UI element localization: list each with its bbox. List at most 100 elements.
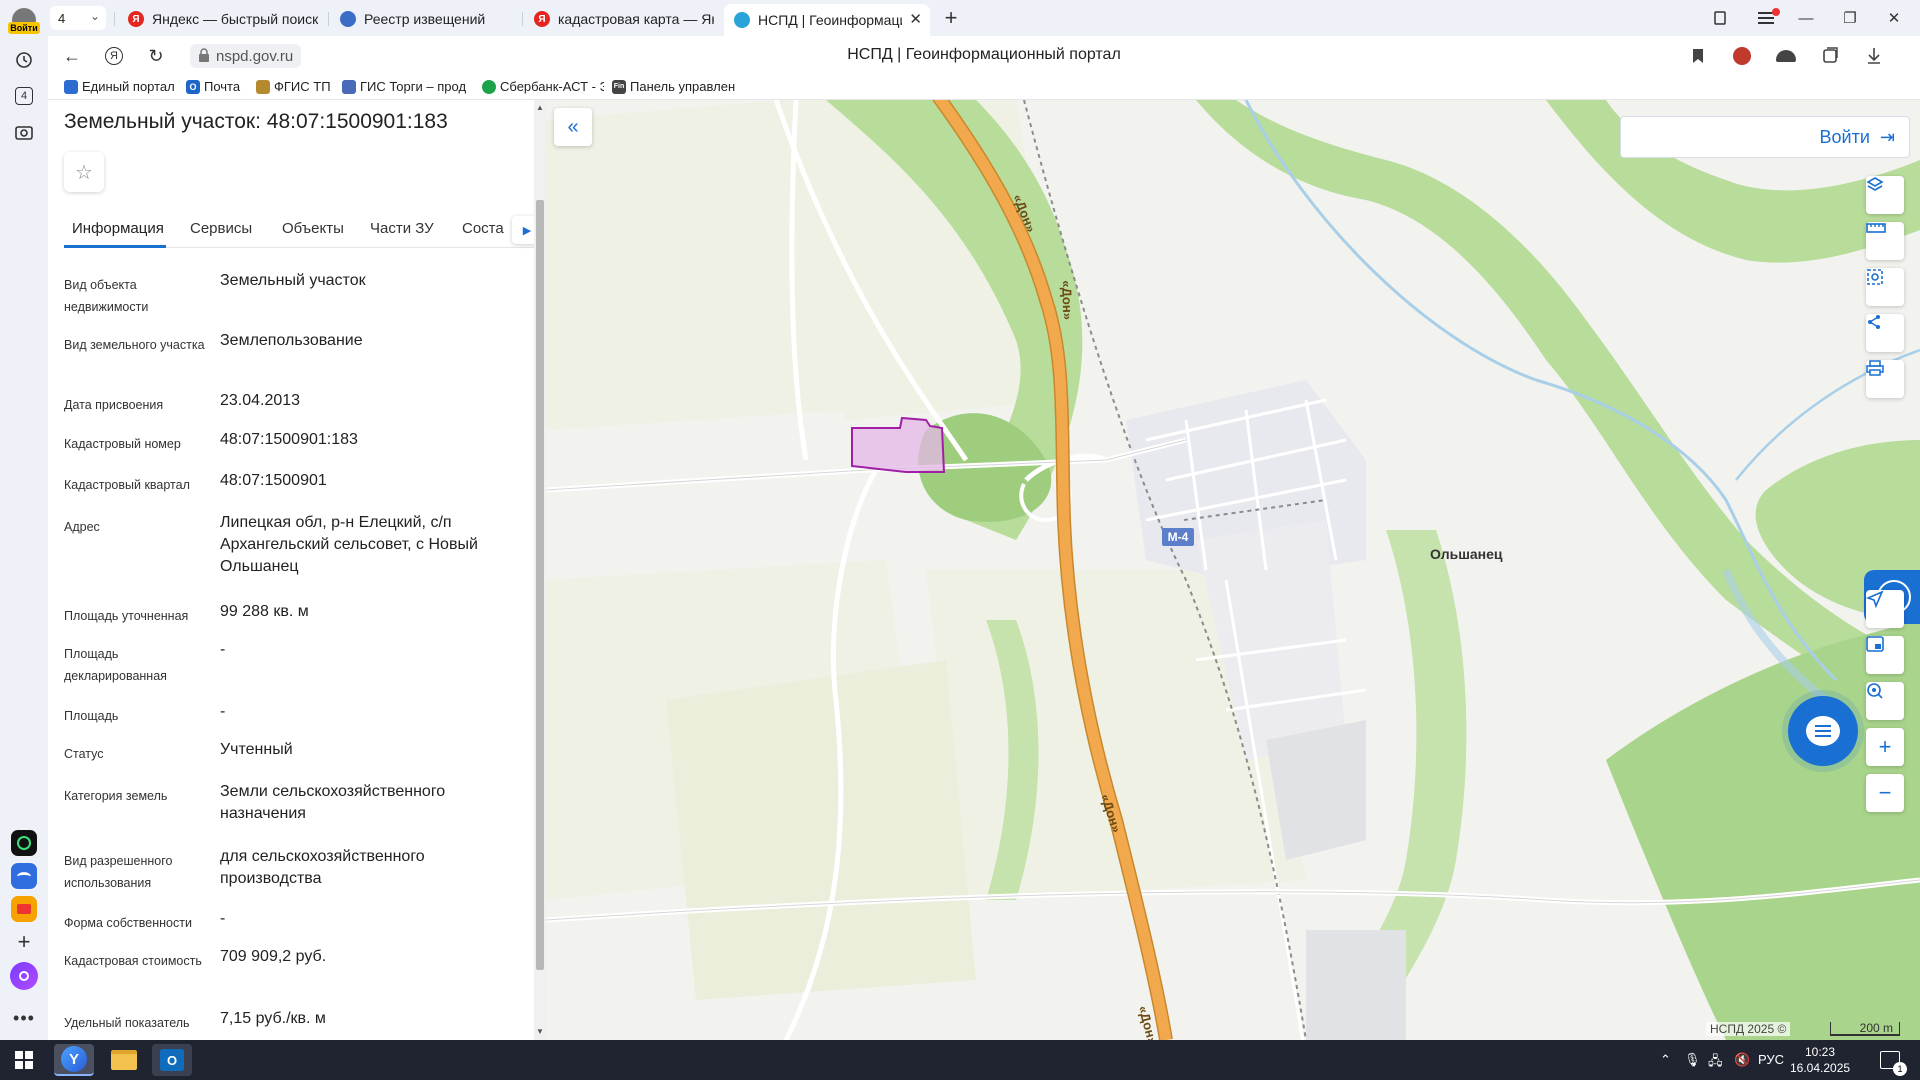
yandex-favicon-icon: Я xyxy=(534,11,550,27)
file-explorer-taskbar[interactable] xyxy=(104,1044,144,1076)
bookmark-icon[interactable] xyxy=(1684,42,1712,70)
tab-services[interactable]: Сервисы xyxy=(190,220,252,237)
tab-composition[interactable]: Соста xyxy=(462,220,512,237)
chat-button[interactable] xyxy=(1788,696,1858,766)
add-app-icon[interactable]: + xyxy=(8,926,40,958)
system-clock[interactable]: 10:23 16.04.2025 xyxy=(1790,1044,1850,1076)
microphone-icon[interactable]: 🎙 xyxy=(1684,1052,1701,1068)
messenger-app-icon[interactable] xyxy=(11,863,37,889)
profile-login-button[interactable]: Войти xyxy=(8,4,40,36)
tab-information[interactable]: Информация xyxy=(72,220,164,237)
map-canvas xyxy=(546,100,1920,1040)
tab-objects[interactable]: Объекты xyxy=(282,220,344,237)
collapse-panel-button[interactable]: « xyxy=(554,108,592,146)
info-row: Площадь уточненная 99 288 кв. м xyxy=(64,603,524,629)
bookmark-mail[interactable]: O Почта xyxy=(186,79,252,94)
yandex-logo-icon: Я xyxy=(105,47,123,65)
info-label: Категория земель xyxy=(64,789,168,803)
geolocation-button[interactable] xyxy=(1866,590,1904,628)
mail-app-icon[interactable] xyxy=(11,896,37,922)
start-button[interactable] xyxy=(4,1044,44,1076)
login-badge: Войти xyxy=(8,22,40,34)
tab-nspd-active[interactable]: НСПД | Геоинформаци ✕ xyxy=(724,4,930,36)
map-view[interactable]: «Дон» «Дон» «Дон» «Дон» М-4 Ольшанец « В… xyxy=(546,100,1920,1040)
bookmark-label: Панель управлен xyxy=(630,79,736,94)
outlook-taskbar[interactable]: O xyxy=(152,1044,192,1076)
notifications-button[interactable]: 1 xyxy=(1870,1044,1910,1076)
network-icon[interactable]: 🖧 xyxy=(1708,1052,1723,1074)
folder-icon xyxy=(111,1050,137,1070)
bookmark-fgis-tp[interactable]: ФГИС ТП xyxy=(256,79,338,94)
close-window-button[interactable]: ✕ xyxy=(1878,6,1910,30)
tabs-count-button[interactable]: 4 xyxy=(8,80,40,112)
music-app-icon[interactable] xyxy=(11,830,37,856)
alice-assistant-icon[interactable] xyxy=(8,960,40,992)
yandex-browser-taskbar[interactable]: Y xyxy=(54,1044,94,1076)
panel-tabs: Информация Сервисы Объекты Части ЗУ Сост… xyxy=(64,212,542,248)
coordinate-search-button[interactable] xyxy=(1866,682,1904,720)
collections-icon[interactable] xyxy=(1816,42,1844,70)
tab-parts[interactable]: Части ЗУ xyxy=(370,220,434,237)
zoom-in-button[interactable]: + xyxy=(1866,728,1904,766)
screenshot-icon[interactable] xyxy=(8,116,40,148)
minimap-button[interactable] xyxy=(1866,636,1904,674)
bookmark-label: Единый портал xyxy=(82,79,175,94)
measure-button[interactable] xyxy=(1866,222,1904,260)
info-label: Вид земельного участка xyxy=(64,338,205,352)
reload-button[interactable]: ↻ xyxy=(140,42,172,70)
history-icon[interactable] xyxy=(8,44,40,76)
area-search-button[interactable] xyxy=(1866,268,1904,306)
tab-cadastral-map-yandex[interactable]: Я кадастровая карта — Янде xyxy=(524,4,714,34)
more-icon[interactable]: ••• xyxy=(8,1002,40,1034)
info-label: Адрес xyxy=(64,520,100,534)
info-row: Адрес Липецкая обл, р-н Елецкий, с/п Арх… xyxy=(64,514,524,582)
bookmark-gis-torgi[interactable]: ГИС Торги – прод xyxy=(342,79,474,94)
tray-expand-icon[interactable]: ⌃ xyxy=(1660,1052,1671,1068)
tab-title: кадастровая карта — Янде xyxy=(558,11,714,27)
panel-scrollbar[interactable]: ▲ ▼ xyxy=(534,100,546,1040)
yandex-home-button[interactable]: Я xyxy=(98,42,130,70)
favorite-button[interactable]: ☆ xyxy=(64,152,104,192)
tabs-count: 4 xyxy=(15,87,33,105)
scroll-down-icon[interactable]: ▼ xyxy=(534,1026,546,1038)
bookmark-sberbank-ast[interactable]: Сбербанк-АСТ - Э xyxy=(482,79,604,94)
chevron-down-icon: ⌄ xyxy=(89,9,100,23)
extension-icon[interactable] xyxy=(1728,42,1756,70)
info-row: Вид разрешенного использования для сельс… xyxy=(64,848,524,894)
info-row: Кадастровый квартал 48:07:1500901 xyxy=(64,472,524,498)
layers-button[interactable] xyxy=(1866,176,1904,214)
close-tab-icon[interactable]: ✕ xyxy=(909,10,922,28)
back-button[interactable]: ← xyxy=(56,42,88,70)
tab-yandex-search[interactable]: Я Яндекс — быстрый поиск xyxy=(118,4,326,34)
info-label: Вид объекта недвижимости xyxy=(64,278,149,314)
portal-icon xyxy=(64,79,78,94)
url-field[interactable]: nspd.gov.ru xyxy=(190,44,302,68)
minimize-button[interactable]: — xyxy=(1790,6,1822,30)
info-label: Площадь уточненная xyxy=(64,609,189,623)
scroll-up-icon[interactable]: ▲ xyxy=(534,102,546,114)
share-button[interactable] xyxy=(1866,314,1904,352)
tab-count-button[interactable]: 4 ⌄ xyxy=(50,6,106,30)
new-tab-button[interactable]: + xyxy=(938,5,964,31)
shield-extension-icon[interactable] xyxy=(1772,42,1800,70)
tab-notices-registry[interactable]: Реестр извещений xyxy=(330,4,520,34)
scrollbar-thumb[interactable] xyxy=(536,200,544,970)
plus-icon: + xyxy=(1878,734,1892,759)
language-indicator[interactable]: РУС xyxy=(1758,1052,1784,1067)
restore-button[interactable]: ❐ xyxy=(1834,6,1866,30)
info-value: - xyxy=(220,641,226,658)
volume-muted-icon[interactable]: 🔇 xyxy=(1734,1052,1750,1068)
tab-title: Реестр извещений xyxy=(364,11,486,27)
bookmark-manager-icon[interactable] xyxy=(1704,6,1736,30)
info-value: 99 288 кв. м xyxy=(220,603,309,620)
yandex-browser-icon: Y xyxy=(61,1046,87,1072)
tab-separator xyxy=(114,12,115,26)
menu-icon[interactable] xyxy=(1750,6,1782,30)
zoom-out-button[interactable]: − xyxy=(1866,774,1904,812)
downloads-icon[interactable] xyxy=(1860,42,1888,70)
bookmark-edinyi-portal[interactable]: Единый портал xyxy=(64,79,182,94)
target-icon xyxy=(1867,683,1883,699)
login-button[interactable]: Войти ⇥ xyxy=(1620,116,1910,158)
print-button[interactable] xyxy=(1866,360,1904,398)
bookmark-control-panel[interactable]: Fin Панель управлен xyxy=(612,79,744,94)
